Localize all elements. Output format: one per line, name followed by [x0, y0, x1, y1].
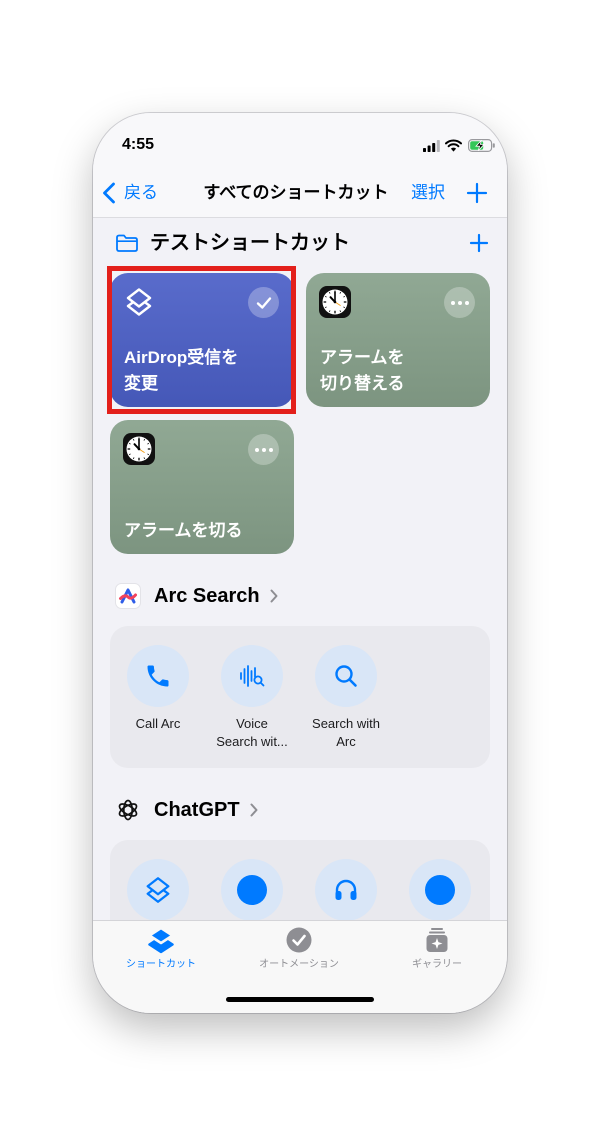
highlight-box: [107, 266, 296, 414]
phone-icon: [147, 665, 169, 687]
tile-label-line: アラームを切る: [124, 521, 243, 540]
more-icon: [254, 447, 273, 452]
chatgpt-icon: [115, 797, 141, 823]
action-circle: [315, 859, 377, 921]
tab-label: オートメーション: [259, 959, 339, 970]
action-circle: [127, 859, 189, 921]
tile-label: アラームを切る: [124, 518, 286, 544]
home-indicator[interactable]: [226, 997, 374, 1002]
action-voice-search[interactable]: Voice Search wit...: [205, 645, 299, 751]
shortcut-tile-alarm-off[interactable]: アラームを切る: [110, 420, 294, 554]
action-label-line: Call Arc: [135, 716, 181, 731]
action-circle: [409, 859, 471, 921]
app-section-header-arc-search[interactable]: Arc Search: [115, 583, 278, 609]
add-to-folder-button[interactable]: [469, 233, 489, 253]
action-label-line: Search with: [312, 716, 380, 731]
status-time: 4:55: [122, 136, 155, 153]
shortcuts-stack-icon: [148, 926, 174, 954]
app-actions-card-arc-search: Call Arc Voice Search wit... Search with…: [110, 626, 490, 768]
action-chatgpt-voice[interactable]: [299, 859, 393, 921]
action-circle: [315, 645, 377, 707]
select-button[interactable]: 選択: [411, 181, 445, 205]
action-label: Voice Search wit...: [205, 715, 299, 751]
back-label: 戻る: [124, 183, 158, 202]
tab-label: ギャラリー: [412, 959, 462, 970]
clock-icon: [319, 286, 351, 318]
chevron-left-icon: [103, 182, 115, 204]
folder-icon: [116, 234, 138, 252]
action-label-line: Search wit...: [216, 734, 288, 749]
dot-icon: [237, 875, 267, 905]
plus-icon: [466, 182, 488, 204]
app-name: Arc Search: [154, 585, 260, 607]
app-name: ChatGPT: [154, 799, 240, 821]
action-circle: [221, 645, 283, 707]
action-search-with-arc[interactable]: Search with Arc: [299, 645, 393, 751]
action-chatgpt-shortcut[interactable]: [111, 859, 205, 921]
shortcut-tile-toggle-alarm[interactable]: アラームを 切り替える: [306, 273, 490, 407]
divider: [93, 217, 507, 218]
app-section-header-chatgpt[interactable]: ChatGPT: [115, 797, 258, 823]
plus-icon: [469, 233, 489, 253]
tab-gallery[interactable]: ギャラリー: [377, 925, 497, 972]
tile-label: アラームを 切り替える: [320, 345, 482, 397]
back-button[interactable]: 戻る: [101, 181, 171, 205]
more-icon: [450, 300, 469, 305]
cellular-signal-icon: [423, 140, 440, 152]
battery-charging-icon: [468, 139, 495, 152]
action-label: Call Arc: [111, 715, 205, 733]
action-label-line: Arc: [336, 734, 356, 749]
action-label-line: Voice: [236, 716, 268, 731]
more-button[interactable]: [444, 287, 475, 318]
chevron-right-icon: [250, 803, 258, 817]
action-label: Search with Arc: [299, 715, 393, 751]
more-button[interactable]: [248, 434, 279, 465]
action-circle: [221, 859, 283, 921]
tab-label: ショートカット: [126, 959, 196, 970]
page-title: すべてのショートカット: [203, 183, 389, 202]
shortcuts-icon: [146, 877, 170, 903]
add-shortcut-button[interactable]: [466, 182, 488, 204]
voice-search-icon: [240, 665, 265, 687]
chevron-right-icon: [270, 589, 278, 603]
gallery-icon: [426, 928, 448, 952]
wifi-icon: [445, 139, 462, 152]
action-chatgpt-dot[interactable]: [393, 859, 487, 921]
magnifier-icon: [335, 665, 357, 687]
headphones-icon: [335, 879, 357, 900]
action-call-arc[interactable]: Call Arc: [111, 645, 205, 733]
folder-title[interactable]: テストショートカット: [150, 230, 350, 256]
automation-icon: [286, 927, 312, 953]
tile-label-line: 切り替える: [320, 374, 405, 393]
tab-automation[interactable]: オートメーション: [239, 925, 359, 972]
clock-icon: [123, 433, 155, 465]
action-chatgpt-dot[interactable]: [205, 859, 299, 921]
tab-shortcuts[interactable]: ショートカット: [101, 925, 221, 972]
dot-icon: [425, 875, 455, 905]
phone-screen: 4:55 戻る すべてのショートカット 選択 テストショートカット AirDro…: [93, 113, 507, 1013]
arc-search-icon: [115, 583, 141, 609]
action-circle: [127, 645, 189, 707]
tile-label-line: アラームを: [320, 348, 405, 367]
